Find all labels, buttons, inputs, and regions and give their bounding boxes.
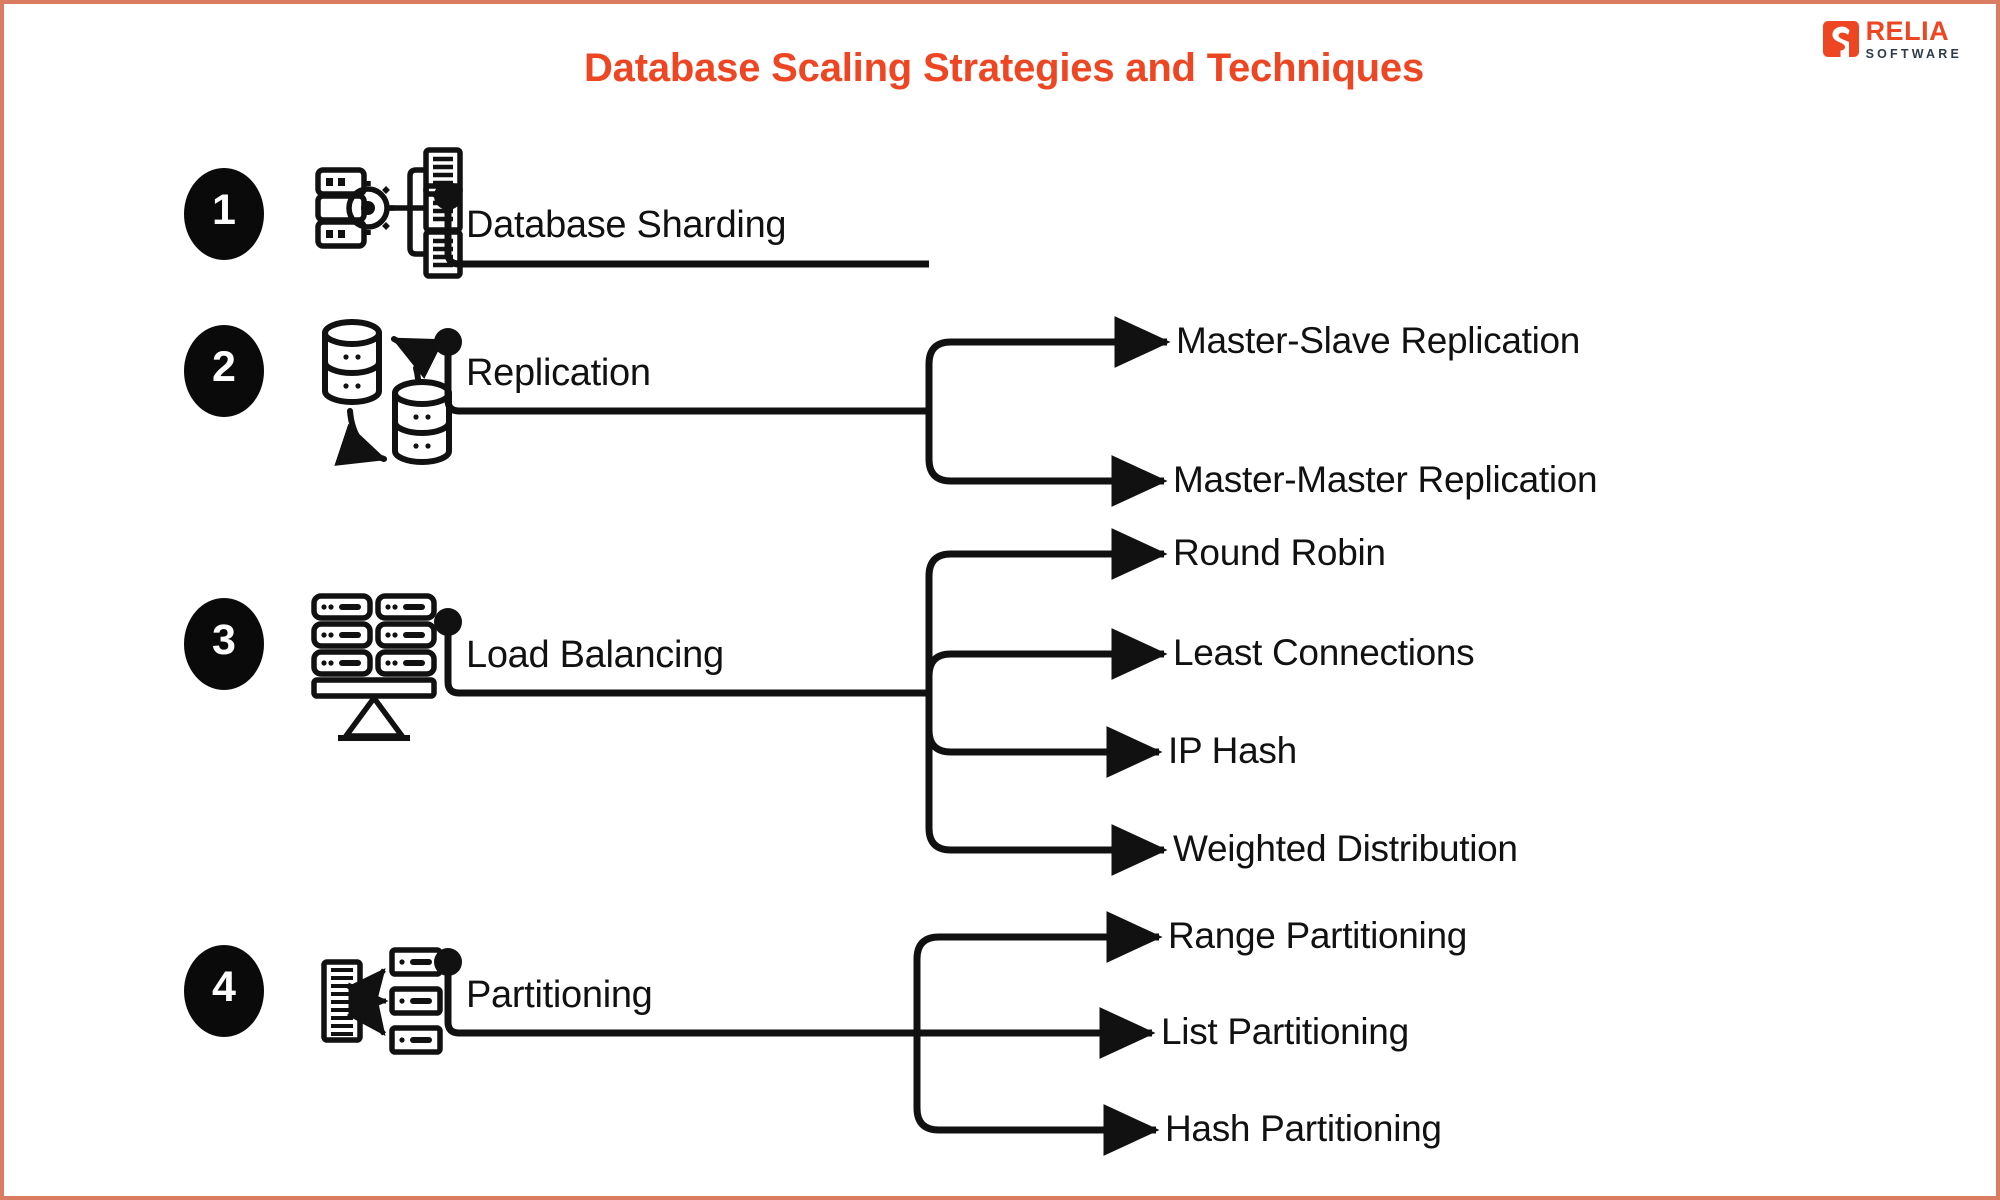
leaf-label-ip-hash[interactable]: IP Hash	[1168, 730, 1297, 772]
step-number-badges	[184, 168, 264, 1037]
step-number-1: 1	[212, 186, 236, 234]
branches-item-4	[913, 911, 1163, 1156]
leaf-label-master-slave-replication[interactable]: Master-Slave Replication	[1176, 320, 1580, 362]
table-partitioning-icon	[321, 947, 443, 1055]
database-replication-icon	[322, 319, 452, 466]
node-label-replication[interactable]: Replication	[466, 352, 651, 395]
node-label-database-sharding[interactable]: Database Sharding	[466, 204, 787, 247]
leaf-label-master-master-replication[interactable]: Master-Master Replication	[1173, 459, 1598, 501]
branches-item-2	[925, 316, 1171, 507]
leaf-label-least-connections[interactable]: Least Connections	[1173, 632, 1475, 674]
leaf-label-hash-partitioning[interactable]: Hash Partitioning	[1165, 1108, 1442, 1150]
database-sharding-icon	[315, 147, 463, 279]
branches-item-3	[925, 528, 1168, 876]
scaling-strategies-diagram	[184, 147, 1171, 1156]
step-number-3: 3	[212, 616, 236, 664]
leaf-label-range-partitioning[interactable]: Range Partitioning	[1168, 915, 1467, 957]
node-label-partitioning[interactable]: Partitioning	[466, 974, 653, 1017]
step-number-4: 4	[212, 963, 236, 1011]
node-label-load-balancing[interactable]: Load Balancing	[466, 634, 724, 677]
leaf-label-round-robin[interactable]: Round Robin	[1173, 532, 1386, 574]
leaf-label-list-partitioning[interactable]: List Partitioning	[1161, 1011, 1409, 1053]
infographic-page: Database Scaling Strategies and Techniqu…	[0, 0, 2000, 1200]
load-balancer-icon	[311, 593, 437, 741]
leaf-label-weighted-distribution[interactable]: Weighted Distribution	[1173, 828, 1518, 870]
step-number-2: 2	[212, 343, 236, 391]
